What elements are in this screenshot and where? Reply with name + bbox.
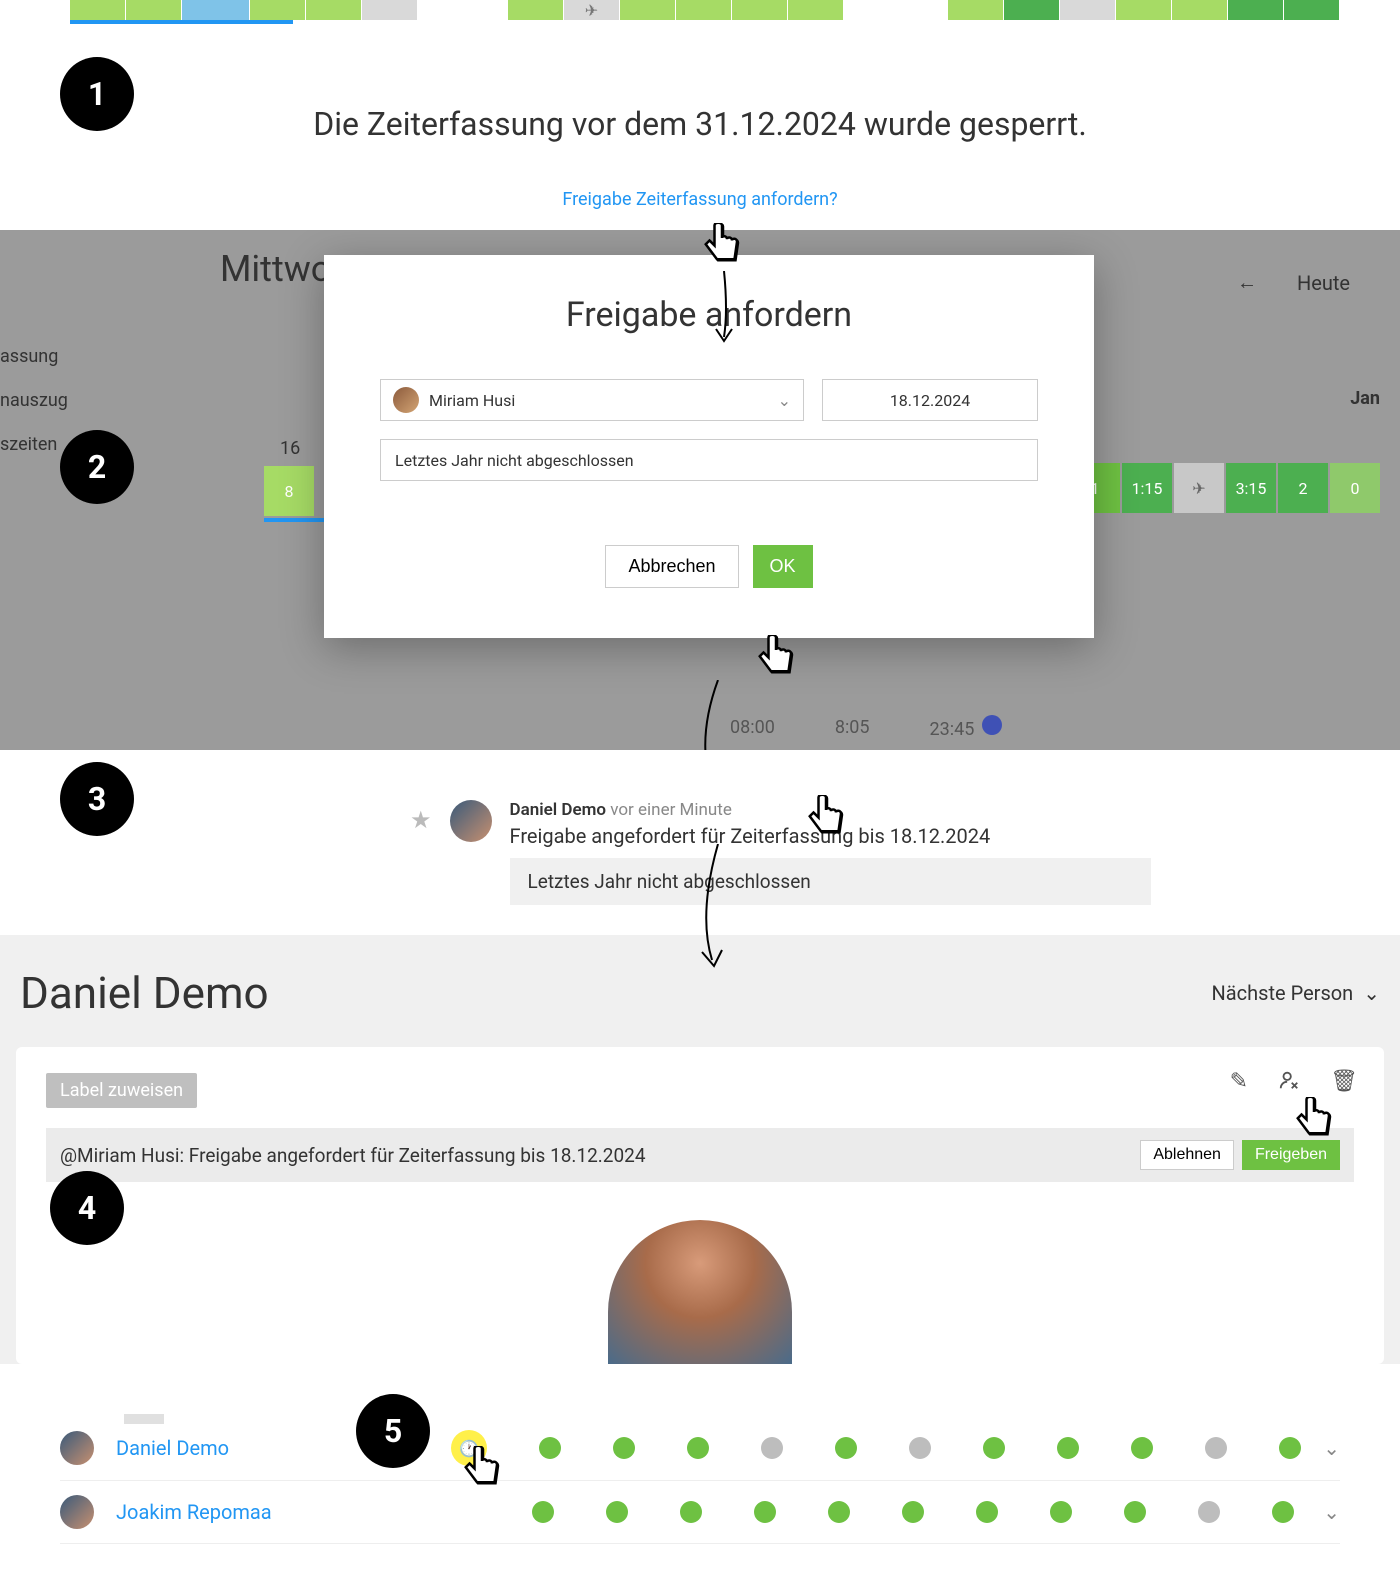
status-dot bbox=[1057, 1437, 1079, 1459]
step-1-badge: 1 bbox=[60, 57, 134, 131]
status-dot bbox=[976, 1501, 998, 1523]
person-title: Daniel Demo bbox=[20, 967, 269, 1019]
step-2-badge: 2 bbox=[60, 430, 134, 504]
status-dot bbox=[828, 1501, 850, 1523]
chevron-down-icon[interactable]: ⌄ bbox=[1323, 1500, 1340, 1524]
month-label: Jan bbox=[1350, 388, 1380, 409]
cursor-icon bbox=[700, 223, 744, 273]
step-5-badge: 5 bbox=[356, 1394, 430, 1468]
status-dot bbox=[680, 1501, 702, 1523]
cancel-button[interactable]: Abbrechen bbox=[605, 545, 738, 588]
time-blocks: 1 1:15 ✈ 3:15 2 0 bbox=[1070, 463, 1380, 513]
feed-note: Letztes Jahr nicht abgeschlossen bbox=[510, 858, 1151, 905]
step-4-section: 4 Daniel Demo Nächste Person ⌄ Label zuw… bbox=[0, 935, 1400, 1364]
alert-dot-icon bbox=[982, 715, 1002, 735]
status-dot bbox=[1131, 1437, 1153, 1459]
status-dot bbox=[1050, 1501, 1072, 1523]
arrow-down-icon bbox=[704, 271, 744, 351]
step-2-section: 2 Mittwo ← Heute assung nauszug szeiten … bbox=[0, 230, 1400, 750]
status-dot bbox=[754, 1501, 776, 1523]
chevron-down-icon[interactable]: ⌄ bbox=[1323, 1436, 1340, 1460]
status-dot bbox=[1198, 1501, 1220, 1523]
feed-author: Daniel Demo bbox=[510, 800, 607, 820]
status-dot bbox=[761, 1437, 783, 1459]
reject-button[interactable]: Ablehnen bbox=[1140, 1140, 1234, 1170]
status-dot bbox=[1205, 1437, 1227, 1459]
star-icon[interactable]: ★ bbox=[410, 806, 432, 834]
step-3-section: 3 ★ Daniel Demo vor einer Minute Freigab… bbox=[0, 750, 1400, 935]
status-dot bbox=[835, 1437, 857, 1459]
weekday-title: Mittwo bbox=[220, 248, 331, 290]
status-dot bbox=[902, 1501, 924, 1523]
activity-feed-item: ★ Daniel Demo vor einer Minute Freigabe … bbox=[410, 800, 1400, 905]
day-16: 16 bbox=[280, 438, 300, 459]
status-dot bbox=[983, 1437, 1005, 1459]
back-arrow-icon[interactable]: ← bbox=[1237, 270, 1257, 295]
status-dot bbox=[606, 1501, 628, 1523]
step-4-badge: 4 bbox=[50, 1171, 124, 1245]
status-dot bbox=[1272, 1501, 1294, 1523]
sidebar-fragment: assung nauszug szeiten bbox=[0, 335, 68, 467]
locked-heading: Die Zeiterfassung vor dem 31.12.2024 wur… bbox=[0, 105, 1400, 143]
cursor-icon bbox=[804, 795, 848, 845]
status-dot bbox=[1279, 1437, 1301, 1459]
assign-label-button[interactable]: Label zuweisen bbox=[46, 1073, 197, 1108]
status-dot bbox=[1124, 1501, 1146, 1523]
today-button[interactable]: Heute bbox=[1297, 271, 1350, 295]
ok-button[interactable]: OK bbox=[753, 545, 813, 588]
next-person-button[interactable]: Nächste Person ⌄ bbox=[1212, 981, 1380, 1005]
cursor-icon bbox=[460, 1446, 504, 1496]
person-card: Label zuweisen ✎ 🗑 @Miriam Husi: Freigab… bbox=[16, 1047, 1384, 1364]
person-name: Miriam Husi bbox=[429, 391, 515, 410]
person-select[interactable]: Miriam Husi ⌄ bbox=[380, 379, 804, 421]
request-unlock-link[interactable]: Freigabe Zeiterfassung anfordern? bbox=[562, 189, 837, 210]
reason-input[interactable]: Letztes Jahr nicht abgeschlossen bbox=[380, 439, 1038, 481]
avatar-icon bbox=[450, 800, 492, 842]
avatar-icon bbox=[393, 387, 419, 413]
arrow-down-icon bbox=[688, 680, 738, 750]
unassign-icon[interactable] bbox=[1278, 1069, 1300, 1097]
person-link[interactable]: Daniel Demo bbox=[116, 1436, 339, 1460]
person-row: Daniel Demo🕐⌄ bbox=[60, 1416, 1340, 1481]
request-text: @Miriam Husi: Freigabe angefordert für Z… bbox=[60, 1144, 646, 1167]
step-3-badge: 3 bbox=[60, 762, 134, 836]
edit-icon[interactable]: ✎ bbox=[1230, 1069, 1248, 1097]
delete-icon[interactable]: 🗑 bbox=[1330, 1069, 1358, 1097]
avatar-icon bbox=[60, 1495, 94, 1529]
chevron-down-icon: ⌄ bbox=[778, 391, 791, 410]
avatar-icon bbox=[60, 1431, 94, 1465]
status-dot bbox=[613, 1437, 635, 1459]
profile-photo bbox=[608, 1220, 792, 1364]
date-input[interactable]: 18.12.2024 bbox=[822, 379, 1038, 421]
status-dot bbox=[539, 1437, 561, 1459]
request-bar: @Miriam Husi: Freigabe angefordert für Z… bbox=[46, 1128, 1354, 1182]
cursor-icon bbox=[754, 635, 798, 685]
step-5-section: 5 Daniel Demo🕐⌄ Joakim Repomaa ⌄ bbox=[0, 1364, 1400, 1574]
status-dot bbox=[687, 1437, 709, 1459]
arrow-down-icon bbox=[688, 844, 738, 974]
person-row: Joakim Repomaa ⌄ bbox=[60, 1481, 1340, 1544]
cursor-icon bbox=[1292, 1097, 1336, 1147]
status-dot bbox=[532, 1501, 554, 1523]
status-dots bbox=[368, 1501, 1301, 1523]
calendar-nav: ← Heute bbox=[1237, 270, 1350, 295]
feed-time: vor einer Minute bbox=[610, 800, 732, 820]
day-16-block: 8 bbox=[264, 466, 314, 516]
time-labels: 08:00 8:05 23:45 bbox=[730, 715, 1002, 740]
calendar-fragment-top: ✈ bbox=[0, 0, 1400, 25]
status-dot bbox=[909, 1437, 931, 1459]
person-link[interactable]: Joakim Repomaa bbox=[116, 1500, 346, 1524]
chevron-down-icon: ⌄ bbox=[1363, 981, 1380, 1005]
step-1-section: 1 Die Zeiterfassung vor dem 31.12.2024 w… bbox=[0, 25, 1400, 230]
